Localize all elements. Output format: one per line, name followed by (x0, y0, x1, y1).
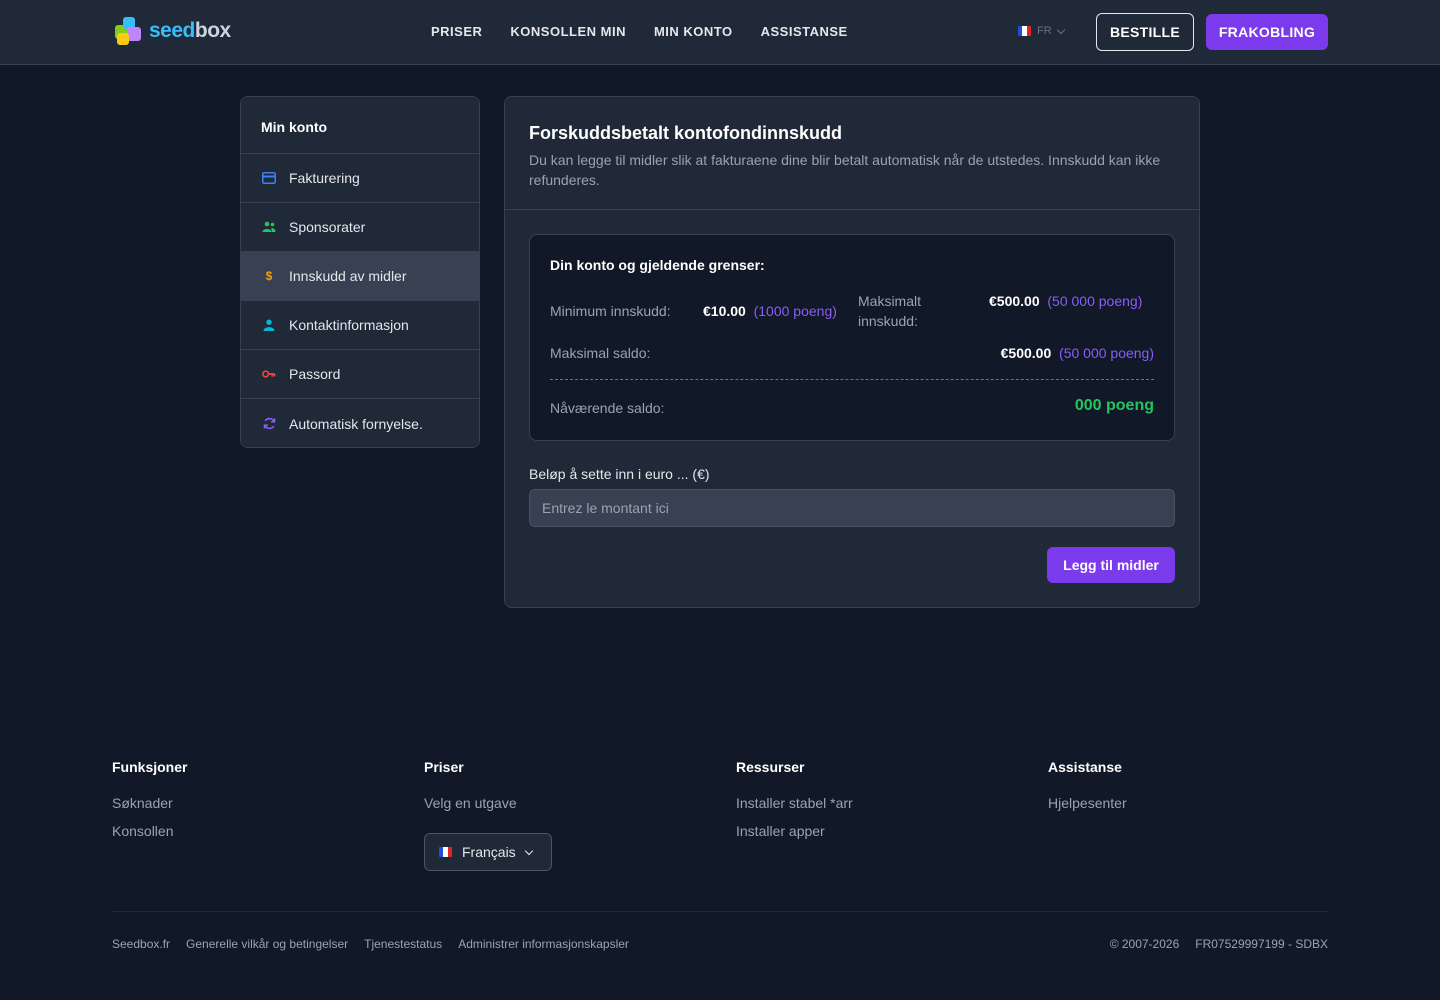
sidebar-item-fakturering[interactable]: Fakturering (241, 154, 479, 203)
footer-link-installer-apper[interactable]: Installer apper (736, 823, 853, 839)
language-switcher[interactable]: FR (1018, 25, 1065, 37)
sidebar-item-label: Automatisk fornyelse. (289, 415, 423, 432)
french-flag-icon (439, 847, 452, 857)
page-title: Forskuddsbetalt kontofondinnskudd (529, 123, 842, 143)
seedbox-logo[interactable]: seedbox (113, 15, 245, 47)
account-sidebar: Min konto Fakturering Sponsorater $ Inns… (240, 96, 480, 448)
footer-column-priser: Priser Velg en utgave (424, 759, 517, 823)
footer-divider (112, 911, 1328, 912)
amount-input[interactable] (529, 489, 1175, 527)
account-limits-box: Din konto og gjeldende grenser: Minimum … (529, 234, 1175, 441)
nav-priser[interactable]: PRISER (431, 24, 482, 40)
language-select-value: Français (462, 844, 516, 860)
logout-button[interactable]: FRAKOBLING (1206, 14, 1328, 50)
chevron-down-icon (1056, 25, 1065, 34)
footer-link-informasjonskapsler[interactable]: Administrer informasjonskapsler (458, 937, 629, 951)
users-icon (262, 220, 276, 234)
logo-cubes-icon (113, 15, 147, 47)
sidebar-item-fornyelse[interactable]: Automatisk fornyelse. (241, 399, 479, 447)
footer-bottom-links: Seedbox.fr Generelle vilkår og betingels… (112, 937, 629, 951)
max-balance-value: €500.00 (50 000 poeng) (1001, 343, 1154, 363)
max-deposit-amount: €500.00 (989, 293, 1040, 309)
footer-heading: Assistanse (1048, 759, 1122, 775)
logo-text: seedbox (149, 19, 231, 42)
footer-link-hjelpesenter[interactable]: Hjelpesenter (1048, 795, 1127, 811)
refresh-icon (262, 417, 276, 431)
page-description: Du kan legge til midler slik at fakturae… (529, 152, 1161, 188)
footer-legal: © 2007-2026 FR07529997199 - SDBX (1110, 937, 1328, 951)
nav-konsollen-min[interactable]: KONSOLLEN MIN (510, 24, 626, 40)
nav-assistanse[interactable]: ASSISTANSE (761, 24, 848, 40)
sidebar-item-passord[interactable]: Passord (241, 350, 479, 399)
current-balance-label: Nåværende saldo: (550, 400, 665, 416)
min-deposit-points: (1000 poeng) (753, 303, 837, 319)
max-deposit-value: €500.00 (50 000 poeng) (989, 291, 1154, 311)
french-flag-icon (1018, 26, 1031, 36)
top-header: seedbox PRISER KONSOLLEN MIN MIN KONTO A… (0, 0, 1440, 65)
footer-column-assistanse: Assistanse Hjelpesenter (1048, 759, 1127, 823)
min-deposit-value: €10.00 (1000 poeng) (703, 301, 837, 321)
footer-link-installer-stabel[interactable]: Installer stabel *arr (736, 795, 853, 811)
footer-column-ressurser: Ressurser Installer stabel *arr Installe… (736, 759, 853, 851)
footer-heading: Priser (424, 759, 464, 775)
limits-title: Din konto og gjeldende grenser: (550, 257, 765, 273)
nav-min-konto[interactable]: MIN KONTO (654, 24, 733, 40)
footer-link-seedbox[interactable]: Seedbox.fr (112, 937, 170, 951)
footer-link-vilkar[interactable]: Generelle vilkår og betingelser (186, 937, 348, 951)
sidebar-item-label: Sponsorater (289, 219, 366, 235)
footer-heading: Funksjoner (112, 759, 188, 775)
max-deposit-points: (50 000 poeng) (1047, 293, 1143, 309)
panel-header: Forskuddsbetalt kontofondinnskudd Du kan… (505, 97, 1199, 210)
footer-link-tjenestestatus[interactable]: Tjenestestatus (364, 937, 442, 951)
company-id: FR07529997199 - SDBX (1195, 937, 1328, 951)
sidebar-item-label: Passord (289, 366, 341, 382)
sidebar-item-kontaktinformasjon[interactable]: Kontaktinformasjon (241, 301, 479, 350)
key-icon (262, 367, 276, 381)
credit-card-icon (262, 171, 276, 185)
sidebar-item-label: Kontaktinformasjon (289, 317, 409, 333)
main-nav: PRISER KONSOLLEN MIN MIN KONTO ASSISTANS… (431, 24, 848, 40)
sidebar-item-innskudd[interactable]: $ Innskudd av midler (241, 252, 479, 301)
footer-link-konsollen[interactable]: Konsollen (112, 823, 187, 839)
footer-heading: Ressurser (736, 759, 805, 775)
min-deposit-amount: €10.00 (703, 303, 746, 319)
dollar-icon: $ (265, 269, 273, 283)
deposit-panel: Forskuddsbetalt kontofondinnskudd Du kan… (504, 96, 1200, 608)
language-code: FR (1037, 25, 1052, 37)
chevron-down-icon (524, 846, 533, 855)
max-balance-points: (50 000 poeng) (1059, 345, 1154, 361)
user-icon (262, 318, 276, 332)
sidebar-item-label: Innskudd av midler (289, 268, 407, 284)
footer-link-soknader[interactable]: Søknader (112, 795, 187, 811)
order-button[interactable]: BESTILLE (1096, 13, 1194, 51)
min-deposit-label: Minimum innskudd: (550, 303, 671, 319)
max-deposit-label: Maksimalt innskudd: (858, 293, 922, 329)
copyright: © 2007-2026 (1109, 937, 1180, 951)
footer-link-velg-utgave[interactable]: Velg en utgave (424, 795, 517, 811)
sidebar-item-label: Fakturering (289, 170, 360, 186)
sidebar-title: Min konto (241, 97, 479, 154)
current-balance-value: 000 poeng (1074, 397, 1154, 414)
dashed-divider (550, 379, 1154, 380)
amount-label: Beløp å sette inn i euro ... (€) (529, 466, 710, 482)
sidebar-item-sponsorater[interactable]: Sponsorater (241, 203, 479, 252)
max-balance-label: Maksimal saldo: (550, 345, 651, 361)
language-select[interactable]: Français (424, 833, 552, 871)
max-balance-amount: €500.00 (1000, 345, 1052, 361)
footer-column-funksjoner: Funksjoner Søknader Konsollen (112, 759, 187, 851)
add-funds-button[interactable]: Legg til midler (1047, 547, 1175, 583)
